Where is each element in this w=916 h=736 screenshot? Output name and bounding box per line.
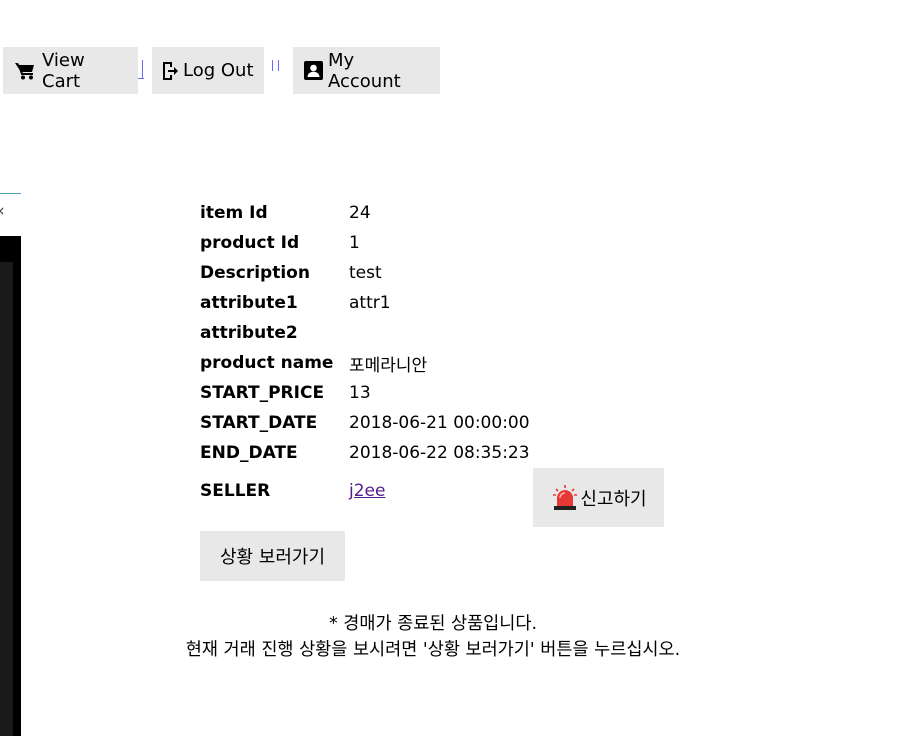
table-row: END_DATE 2018-06-22 08:35:23 — [197, 438, 533, 468]
field-label: product name — [200, 353, 334, 373]
field-value: 2018-06-22 08:35:23 — [349, 443, 530, 463]
table-row: attribute2 — [197, 318, 533, 348]
view-cart-label: View Cart — [42, 49, 85, 92]
field-value: test — [349, 263, 382, 283]
field-label: product Id — [200, 233, 300, 253]
seller-link[interactable]: j2ee — [349, 481, 385, 501]
notice-line: 현재 거래 진행 상황을 보시려면 '상황 보러가기' 버튼을 누르십시오. — [185, 640, 681, 660]
seller-label: SELLER — [200, 481, 271, 501]
field-value: attr1 — [349, 293, 391, 313]
toolbar-separator — [142, 60, 143, 78]
toolbar-separator — [278, 60, 279, 71]
my-account-label: My Account — [328, 49, 401, 92]
field-label: START_DATE — [200, 413, 318, 433]
toolbar-separator — [138, 78, 144, 79]
siren-icon — [552, 484, 578, 511]
background-window-edge — [0, 193, 21, 194]
logout-icon — [162, 61, 178, 81]
auction-ended-notice: * 경매가 종료된 상품입니다. 현재 거래 진행 상황을 보시려면 '상황 보… — [0, 611, 866, 663]
cart-icon — [15, 62, 37, 80]
field-label: END_DATE — [200, 443, 298, 463]
field-label: Description — [200, 263, 310, 283]
my-account-button[interactable]: My Account — [293, 47, 440, 94]
field-value: 포메라니안 — [349, 355, 428, 376]
toolbar-separator — [272, 60, 273, 71]
table-row: Description test — [197, 258, 533, 288]
field-label: item Id — [200, 203, 268, 223]
table-row: product name 포메라니안 — [197, 348, 533, 378]
field-value: 24 — [349, 203, 371, 223]
report-label: 신고하기 — [580, 488, 647, 510]
field-label: attribute2 — [200, 323, 298, 343]
report-button[interactable]: 신고하기 — [533, 468, 664, 527]
table-row: item Id 24 — [197, 198, 533, 228]
table-row: SELLER j2ee — [197, 468, 533, 514]
view-status-label: 상황 보러가기 — [219, 547, 326, 568]
account-icon — [304, 61, 323, 80]
view-status-button[interactable]: 상황 보러가기 — [200, 531, 345, 581]
table-row: product Id 1 — [197, 228, 533, 258]
field-value: 2018-06-21 00:00:00 — [349, 413, 530, 433]
field-value: 1 — [349, 233, 360, 253]
table-row: attribute1 attr1 — [197, 288, 533, 318]
field-label: START_PRICE — [200, 383, 325, 403]
log-out-label: Log Out — [183, 60, 254, 81]
notice-line: * 경매가 종료된 상품입니다. — [328, 614, 538, 634]
field-value: 13 — [349, 383, 371, 403]
chevron-left-icon: ‹ — [0, 203, 5, 220]
background-window-inner — [0, 262, 13, 736]
view-cart-button[interactable]: View Cart — [3, 47, 138, 94]
table-row: START_DATE 2018-06-21 00:00:00 — [197, 408, 533, 438]
item-info-table: item Id 24 product Id 1 Description test at… — [197, 198, 533, 514]
field-value — [346, 318, 533, 348]
field-label: attribute1 — [200, 293, 298, 313]
table-row: START_PRICE 13 — [197, 378, 533, 408]
log-out-button[interactable]: Log Out — [152, 47, 264, 94]
